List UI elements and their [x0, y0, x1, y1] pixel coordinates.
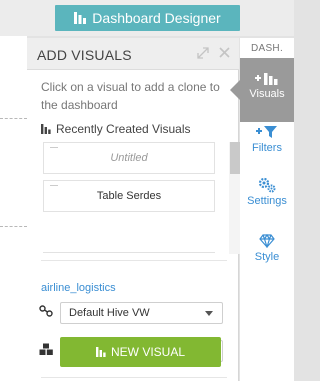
chevron-down-icon — [205, 311, 213, 316]
sidebar-dash-label: DASH. — [250, 42, 284, 54]
dashboard-canvas — [0, 36, 27, 381]
tab-filters-label: Filters — [252, 142, 282, 154]
dataset-cubes-icon — [39, 342, 55, 356]
tab-settings[interactable]: Settings — [240, 177, 294, 207]
divider — [41, 377, 227, 378]
tab-visuals-label: Visuals — [249, 88, 285, 100]
connection-select[interactable]: Default Hive VW — [60, 302, 223, 324]
tab-visuals[interactable]: Visuals — [240, 58, 294, 122]
bar-chart-icon — [41, 124, 51, 134]
new-visual-label: NEW VISUAL — [110, 345, 185, 359]
tab-filters[interactable]: Filters — [240, 124, 294, 154]
add-visuals-panel: ADD VISUALS Click on a visual to add a c… — [27, 38, 241, 381]
gears-icon — [258, 177, 276, 193]
visual-card-table-serdes[interactable]: Table Serdes — [43, 180, 215, 212]
connection-select-value: Default Hive VW — [69, 307, 150, 319]
tab-style[interactable]: Style — [240, 233, 294, 263]
close-icon[interactable] — [219, 47, 230, 60]
canvas-guide-line — [0, 118, 27, 119]
bar-chart-icon — [95, 347, 106, 357]
top-bar: Dashboard Designer — [0, 0, 294, 36]
add-filter-icon — [256, 124, 278, 140]
dataset-link[interactable]: airline_logistics — [41, 282, 116, 294]
visual-card-name: Untitled — [110, 152, 148, 164]
dashboard-designer-label: Dashboard Designer — [92, 10, 221, 26]
scrollbar-thumb[interactable] — [230, 142, 240, 174]
help-text: Click on a visual to add a clone to the … — [41, 80, 220, 112]
panel-header: ADD VISUALS — [27, 38, 239, 70]
tab-settings-label: Settings — [247, 195, 287, 207]
add-visual-icon — [255, 70, 279, 86]
visual-card-partial[interactable] — [43, 252, 215, 258]
expand-icon[interactable] — [197, 47, 209, 61]
dashboard-designer-button[interactable]: Dashboard Designer — [55, 5, 240, 31]
panel-title: ADD VISUALS — [37, 47, 132, 63]
visual-card-untitled[interactable]: Untitled — [43, 142, 215, 174]
active-tab-pointer — [230, 80, 240, 100]
new-visual-button[interactable]: NEW VISUAL — [60, 337, 221, 367]
recent-visuals-heading: Recently Created Visuals — [41, 122, 191, 136]
tab-style-label: Style — [254, 251, 280, 263]
recent-visuals-list[interactable]: Untitled Table Serdes — [37, 138, 241, 256]
recent-visuals-label: Recently Created Visuals — [56, 122, 191, 136]
divider — [41, 260, 227, 261]
visual-card-name: Table Serdes — [96, 190, 162, 202]
canvas-guide-line — [0, 226, 27, 227]
connection-link-icon — [39, 304, 55, 318]
bar-chart-icon — [74, 12, 87, 24]
diamond-icon — [259, 233, 275, 249]
